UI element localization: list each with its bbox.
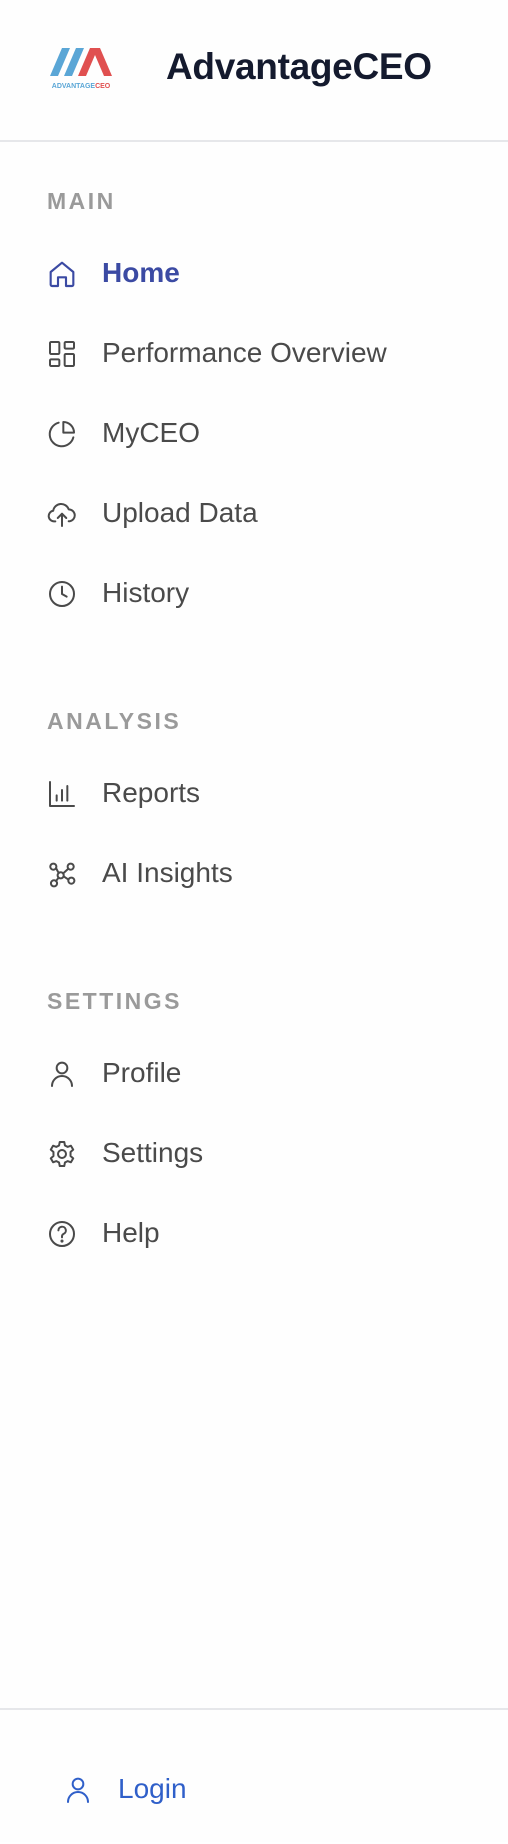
nav-label-help: Help: [102, 1217, 160, 1248]
brand-logo-mark: ADVANTAGECEO: [50, 48, 112, 90]
nav-item-history[interactable]: History: [46, 566, 476, 622]
nav-item-profile[interactable]: Profile: [46, 1046, 476, 1102]
brand-name: AdvantageCEO: [166, 46, 432, 87]
user-icon: [46, 1058, 78, 1090]
home-icon: [46, 258, 78, 290]
section-label-main: MAIN: [47, 188, 116, 214]
nav-label-settings: Settings: [102, 1137, 204, 1168]
section-label-analysis: ANALYSIS: [47, 708, 182, 734]
user-icon: [62, 1774, 94, 1806]
nav-item-home[interactable]: Home: [46, 246, 476, 302]
nav-item-upload-data[interactable]: Upload Data: [46, 486, 476, 542]
nav-label-reports: Reports: [102, 777, 201, 808]
nav-item-myceo[interactable]: MyCEO: [46, 406, 476, 462]
nav-label-ai-insights: AI Insights: [102, 857, 233, 888]
clock-icon: [46, 578, 78, 610]
nav-item-performance-overview[interactable]: Performance Overview: [46, 326, 476, 382]
svg-text:ADVANTAGECEO: ADVANTAGECEO: [52, 83, 111, 90]
help-circle-icon: [46, 1218, 78, 1250]
nav-label-upload-data: Upload Data: [102, 497, 258, 528]
nodes-icon: [46, 858, 78, 890]
dashboard-grid-icon: [46, 338, 78, 370]
nav-label-profile: Profile: [102, 1057, 182, 1088]
cloud-upload-icon: [46, 498, 78, 530]
bar-chart-icon: [46, 778, 78, 810]
nav-label-home: Home: [102, 257, 180, 288]
sidebar: ADVANTAGECEO AdvantageCEO MAIN Home Perf…: [0, 0, 508, 1842]
nav-label-myceo: MyCEO: [102, 417, 200, 448]
section-label-settings: SETTINGS: [47, 988, 183, 1014]
brand-logo[interactable]: ADVANTAGECEO: [48, 46, 114, 92]
gear-icon: [46, 1138, 78, 1170]
login-label: Login: [118, 1773, 187, 1804]
sidebar-header: ADVANTAGECEO AdvantageCEO: [0, 0, 508, 142]
nav-item-ai-insights[interactable]: AI Insights: [46, 846, 476, 902]
nav-label-history: History: [102, 577, 190, 608]
nav-item-reports[interactable]: Reports: [46, 766, 476, 822]
nav-item-settings[interactable]: Settings: [46, 1126, 476, 1182]
pie-chart-icon: [46, 418, 78, 450]
nav-label-performance-overview: Performance Overview: [102, 337, 387, 368]
sidebar-footer: Login: [0, 1708, 508, 1844]
login-button[interactable]: Login: [62, 1762, 262, 1818]
nav-item-help[interactable]: Help: [46, 1206, 476, 1262]
